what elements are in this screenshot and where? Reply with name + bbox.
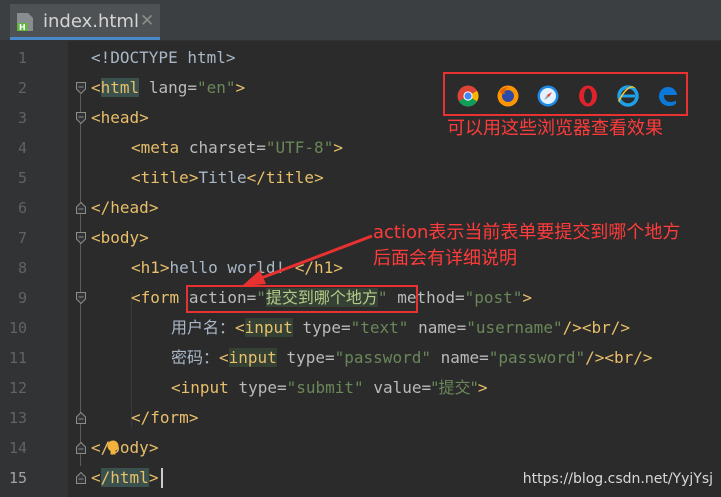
attr-name: name bbox=[418, 318, 457, 337]
head-close-tag: /head bbox=[100, 198, 149, 217]
code-line: <body> bbox=[91, 228, 149, 247]
tab-title: index.html bbox=[43, 11, 139, 32]
annotation-arrow bbox=[242, 234, 373, 286]
code-line: <!DOCTYPE html> bbox=[91, 48, 236, 68]
line-number: 10 bbox=[8, 319, 27, 337]
attr-value: "en" bbox=[196, 78, 236, 97]
attr-value: "password" bbox=[334, 348, 431, 367]
attr-value: "password" bbox=[488, 348, 586, 367]
code-line: <input type="submit" value="提交"> bbox=[171, 378, 488, 397]
line-number: 9 bbox=[17, 289, 27, 307]
attr-charset: charset bbox=[188, 138, 257, 157]
attr-value: "提交" bbox=[431, 378, 478, 397]
attr-lang: lang bbox=[148, 78, 188, 97]
body-tag: body bbox=[100, 228, 140, 247]
watermark: https://blog.csdn.net/YyjYsj bbox=[522, 471, 713, 487]
meta-tag: meta bbox=[140, 138, 180, 157]
line-number: 13 bbox=[8, 409, 27, 427]
code-line: <title>Title</title> bbox=[131, 168, 324, 187]
html-file-icon: H bbox=[17, 13, 33, 32]
attr-type: type bbox=[238, 378, 277, 397]
browsers-caption: 可以用这些浏览器查看效果 bbox=[447, 118, 663, 139]
attr-name: name bbox=[440, 348, 480, 367]
attr-value: "UTF-8" bbox=[265, 138, 334, 157]
line-number: 1 bbox=[17, 49, 27, 67]
doctype: <!DOCTYPE html> bbox=[91, 48, 236, 67]
browsers-highlight-box bbox=[443, 72, 688, 116]
form-tag: form bbox=[140, 288, 180, 307]
h1-tag: h1 bbox=[140, 258, 160, 277]
fold-close-icon[interactable] bbox=[76, 412, 86, 424]
fold-close-icon[interactable] bbox=[76, 442, 86, 454]
fold-open-icon[interactable] bbox=[76, 292, 86, 304]
attr-value: "username" bbox=[466, 318, 563, 337]
text-cursor bbox=[161, 468, 163, 488]
firefox-icon bbox=[497, 85, 519, 107]
password-label: 密码： bbox=[171, 348, 220, 367]
line-number: 5 bbox=[17, 169, 27, 187]
attr-value: "text" bbox=[350, 318, 409, 337]
username-label: 用户名： bbox=[171, 318, 236, 337]
svg-text:H: H bbox=[19, 23, 26, 32]
fold-open-icon[interactable] bbox=[76, 82, 86, 94]
head-tag: head bbox=[100, 108, 140, 127]
close-icon[interactable]: ✕ bbox=[140, 11, 154, 31]
line-number: 2 bbox=[17, 79, 27, 97]
line-number-current: 15 bbox=[8, 469, 27, 487]
code-line: </form> bbox=[131, 408, 199, 427]
code-line: <head> bbox=[91, 108, 149, 127]
title-close-tag: /title bbox=[256, 168, 315, 187]
attr-type: type bbox=[302, 318, 341, 337]
lightbulb-icon[interactable] bbox=[106, 440, 120, 456]
code-editor[interactable]: 1 2 3 4 5 6 7 8 9 10 11 12 13 14 15 <!DO… bbox=[0, 40, 721, 497]
fold-open-icon[interactable] bbox=[76, 232, 86, 244]
form-close-tag: /form bbox=[140, 408, 189, 427]
line-number: 12 bbox=[8, 379, 27, 397]
line-number: 14 bbox=[8, 439, 27, 457]
attr-value: "post" bbox=[464, 288, 523, 307]
edge-icon bbox=[658, 86, 677, 107]
tag-end: /><br/> bbox=[585, 348, 653, 367]
editor-tab-bar: H index.html ✕ bbox=[0, 0, 721, 41]
fold-open-icon[interactable] bbox=[76, 112, 86, 124]
code-line: <meta charset="UTF-8"> bbox=[131, 138, 343, 157]
line-number: 7 bbox=[17, 229, 27, 247]
input-tag: input bbox=[180, 378, 229, 397]
attr-type: type bbox=[286, 348, 325, 367]
tag-end: /><br/> bbox=[562, 318, 631, 337]
code-line: <html lang="en"> bbox=[91, 78, 246, 97]
code-line: </html> bbox=[91, 468, 159, 487]
line-number: 11 bbox=[8, 349, 27, 367]
code-line: </body> bbox=[91, 438, 159, 457]
title-text: Title bbox=[198, 168, 247, 187]
line-number-gutter: 1 2 3 4 5 6 7 8 9 10 11 12 13 14 15 bbox=[0, 40, 68, 497]
tab-index-html[interactable]: H index.html ✕ bbox=[10, 4, 160, 40]
code-line: </head> bbox=[91, 198, 159, 217]
line-number: 8 bbox=[17, 259, 27, 277]
html-tag: html bbox=[100, 78, 140, 97]
action-annotation-line1: action表示当前表单要提交到哪个地方 bbox=[373, 222, 681, 243]
title-tag: title bbox=[140, 168, 189, 187]
attr-value: "submit" bbox=[286, 378, 364, 397]
fold-close-icon[interactable] bbox=[76, 202, 86, 214]
input-tag: input bbox=[244, 318, 293, 337]
attr-value-name: value bbox=[373, 378, 422, 397]
opera-icon bbox=[579, 85, 597, 107]
fold-guide bbox=[80, 94, 81, 466]
code-line: 密码：<input type="password" name="password… bbox=[171, 348, 653, 367]
chrome-icon bbox=[457, 85, 479, 107]
action-highlight-box bbox=[186, 285, 418, 313]
action-annotation-line2: 后面会有详细说明 bbox=[373, 248, 517, 269]
code-line: 用户名：<input type="text" name="username"/>… bbox=[171, 318, 631, 337]
input-tag: input bbox=[228, 348, 277, 367]
html-close-tag: /html bbox=[100, 468, 149, 487]
ie-icon bbox=[617, 85, 639, 107]
line-number: 3 bbox=[17, 109, 27, 127]
tag-end: > bbox=[477, 378, 488, 397]
line-number: 6 bbox=[17, 199, 27, 217]
fold-close-icon[interactable] bbox=[76, 472, 86, 484]
safari-icon bbox=[537, 85, 559, 107]
line-number: 4 bbox=[17, 139, 27, 157]
